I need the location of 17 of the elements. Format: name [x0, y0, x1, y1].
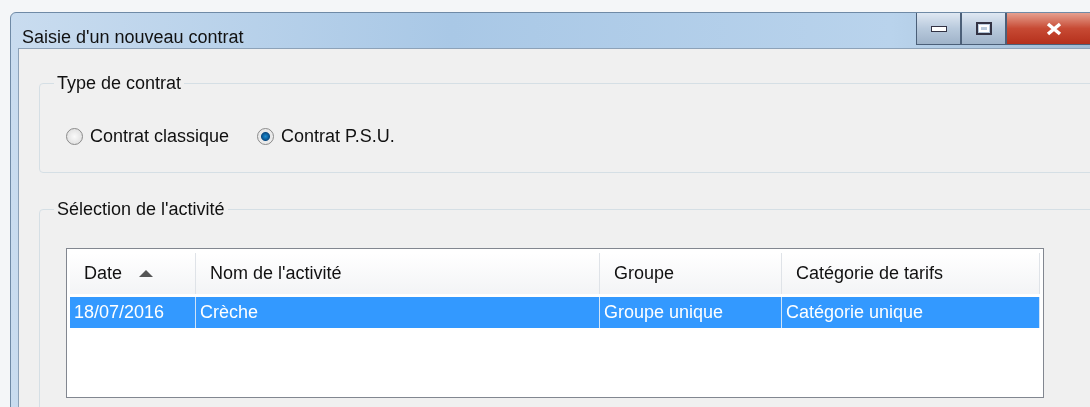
close-button[interactable] — [1006, 13, 1090, 45]
close-icon — [1044, 21, 1063, 36]
window-title: Saisie d'un nouveau contrat — [22, 27, 245, 48]
radio-button[interactable] — [257, 128, 275, 145]
radio-label: Contrat P.S.U. — [281, 126, 395, 147]
radio-option[interactable]: Contrat P.S.U. — [257, 126, 395, 147]
column-header[interactable]: Nom de l'activité — [196, 253, 600, 294]
radio-button[interactable] — [66, 128, 83, 145]
column-header[interactable]: Catégorie de tarifs — [782, 253, 1040, 294]
minimize-button[interactable] — [916, 13, 961, 45]
group-legend: Sélection de l'activité — [54, 199, 228, 220]
maximize-icon — [975, 22, 992, 35]
minimize-icon — [930, 25, 947, 32]
group-legend: Type de contrat — [54, 73, 185, 94]
maximize-button[interactable] — [961, 13, 1006, 45]
column-header[interactable]: Groupe — [600, 253, 782, 294]
column-header[interactable]: Date — [70, 253, 196, 294]
